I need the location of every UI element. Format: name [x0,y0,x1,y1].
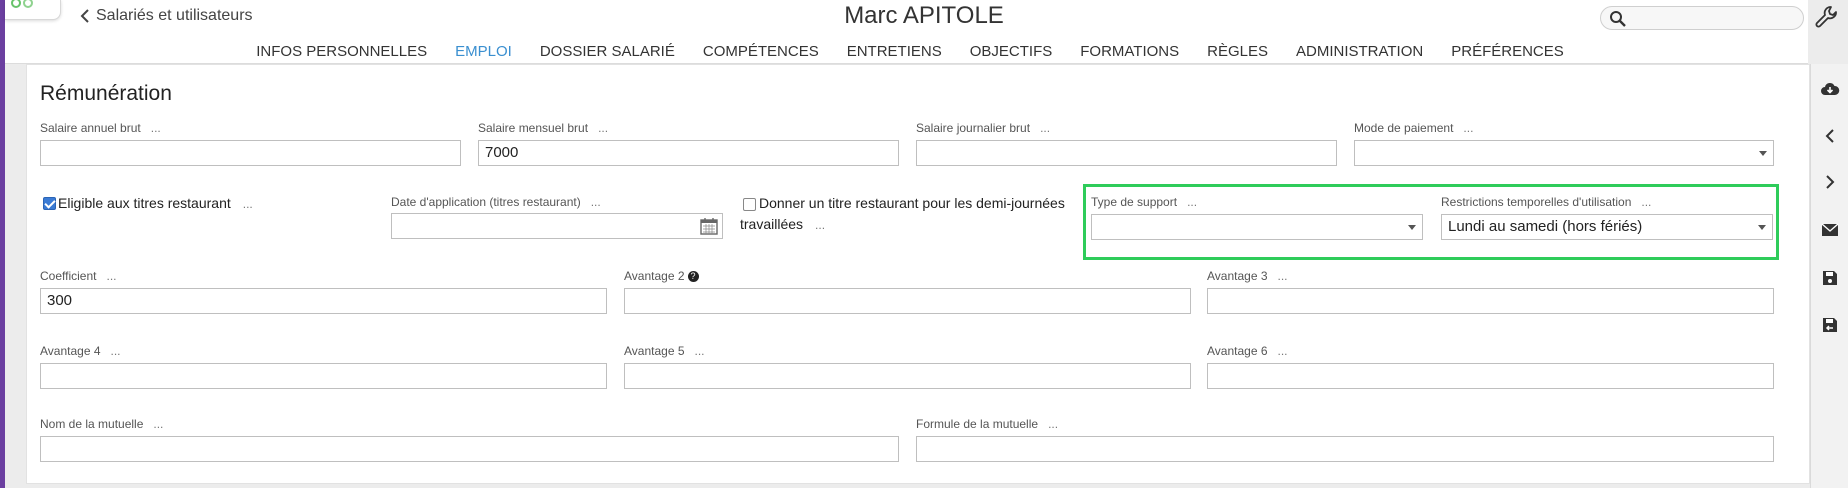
mutuelle-nom-label: Nom de la mutuelle... [40,417,163,431]
coefficient-label: Coefficient... [40,269,117,283]
date-application-label: Date d'application (titres restaurant)..… [391,195,601,209]
app-dot-icon [11,0,21,8]
salaire-annuel-input[interactable] [40,140,461,166]
dropdown-arrow-icon [1758,225,1766,230]
mode-paiement-label: Mode de paiement... [1354,121,1473,135]
search-icon [1610,11,1626,27]
more-options-link[interactable]: ... [591,195,601,209]
wrench-icon[interactable] [1814,4,1840,30]
previous-button[interactable] [1819,125,1841,147]
field-label: Avantage 5 [624,344,685,358]
field-label: Salaire mensuel brut [478,121,589,135]
field-label: Restrictions temporelles d'utilisation [1441,195,1632,209]
salaire-journalier-label: Salaire journalier brut... [916,121,1050,135]
salaire-journalier-input[interactable] [916,140,1337,166]
checkbox-label: travaillées [740,216,804,232]
field-label: Salaire journalier brut [916,121,1031,135]
avantage3-label: Avantage 3... [1207,269,1288,283]
avantage5-label: Avantage 5... [624,344,705,358]
back-link[interactable]: Salariés et utilisateurs [80,7,253,25]
more-options-link[interactable]: ... [1641,195,1651,209]
type-support-label: Type de support... [1091,195,1197,209]
field-label: Mode de paiement [1354,121,1454,135]
avantage6-input[interactable] [1207,363,1774,389]
field-label: Date d'application (titres restaurant) [391,195,581,209]
restrictions-label: Restrictions temporelles d'utilisation..… [1441,195,1651,209]
app-dot-icon [23,0,33,8]
more-options-link[interactable]: ... [153,417,163,431]
more-options-link[interactable]: ... [695,344,705,358]
avantage3-input[interactable] [1207,288,1774,314]
mutuelle-nom-input[interactable] [40,436,899,462]
help-icon[interactable]: ? [687,271,699,282]
more-options-link[interactable]: ... [815,218,825,232]
app-switcher[interactable] [5,0,61,20]
chevron-left-icon [80,9,89,23]
checkbox-label: Eligible aux titres restaurant [58,195,231,211]
more-options-link[interactable]: ... [1463,121,1473,135]
dropdown-arrow-icon [1408,225,1416,230]
chevron-right-icon [1826,175,1835,189]
avantage2-input[interactable] [624,288,1191,314]
dropdown-arrow-icon [1759,151,1767,156]
more-options-link[interactable]: ... [151,121,161,135]
field-label: Salaire annuel brut [40,121,141,135]
email-button[interactable] [1819,219,1841,241]
field-label: Coefficient [40,269,97,283]
search-input[interactable] [1600,6,1804,30]
date-application-input[interactable] [391,213,723,239]
calendar-icon[interactable] [700,217,718,235]
demi-journees-label-line2: travaillées... [740,216,825,232]
field-label: Avantage 6 [1207,344,1268,358]
chevron-left-icon [1825,129,1834,143]
next-button[interactable] [1819,171,1841,193]
more-options-link[interactable]: ... [1040,121,1050,135]
mutuelle-formule-input[interactable] [916,436,1774,462]
back-link-label: Salariés et utilisateurs [96,7,253,24]
coefficient-input[interactable]: 300 [40,288,607,314]
avantage4-label: Avantage 4... [40,344,121,358]
more-options-link[interactable]: ... [106,269,116,283]
save-and-exit-button[interactable] [1819,314,1841,336]
more-options-link[interactable]: ... [243,197,253,211]
more-options-link[interactable]: ... [1278,269,1288,283]
type-support-select[interactable] [1091,214,1423,240]
field-label: Nom de la mutuelle [40,417,144,431]
avantage5-input[interactable] [624,363,1191,389]
envelope-icon [1821,223,1839,236]
save-exit-icon [1823,318,1837,332]
eligible-checkbox[interactable] [43,197,56,210]
cloud-download-button[interactable] [1819,78,1841,100]
avantage4-input[interactable] [40,363,607,389]
demi-journees-label: Donner un titre restaurant pour les demi… [759,195,1065,211]
restrictions-select[interactable]: Lundi au samedi (hors fériés) [1441,214,1773,240]
more-options-link[interactable]: ... [1187,195,1197,209]
save-button[interactable] [1819,267,1841,289]
eligible-label: Eligible aux titres restaurant... [58,195,253,211]
more-options-link[interactable]: ... [598,121,608,135]
right-toolbar [1810,64,1848,488]
more-options-link[interactable]: ... [1278,344,1288,358]
brand-strip [0,0,5,488]
salaire-annuel-label: Salaire annuel brut... [40,121,161,135]
field-label: Avantage 4 [40,344,101,358]
cloud-download-icon [1821,82,1840,95]
salaire-mensuel-input[interactable]: 7000 [478,140,899,166]
salaire-mensuel-label: Salaire mensuel brut... [478,121,608,135]
field-label: Avantage 2 [624,269,685,283]
field-label: Formule de la mutuelle [916,417,1039,431]
field-label: Type de support [1091,195,1178,209]
avantage6-label: Avantage 6... [1207,344,1288,358]
select-value: Lundi au samedi (hors fériés) [1448,218,1643,235]
field-label: Avantage 3 [1207,269,1268,283]
demi-journees-checkbox[interactable] [743,198,756,211]
mode-paiement-select[interactable] [1354,140,1774,166]
section-title: Rémunération [40,82,172,105]
more-options-link[interactable]: ... [111,344,121,358]
mutuelle-formule-label: Formule de la mutuelle... [916,417,1058,431]
more-options-link[interactable]: ... [1048,417,1058,431]
save-icon [1823,271,1837,285]
avantage2-label: Avantage 2? [624,269,699,283]
